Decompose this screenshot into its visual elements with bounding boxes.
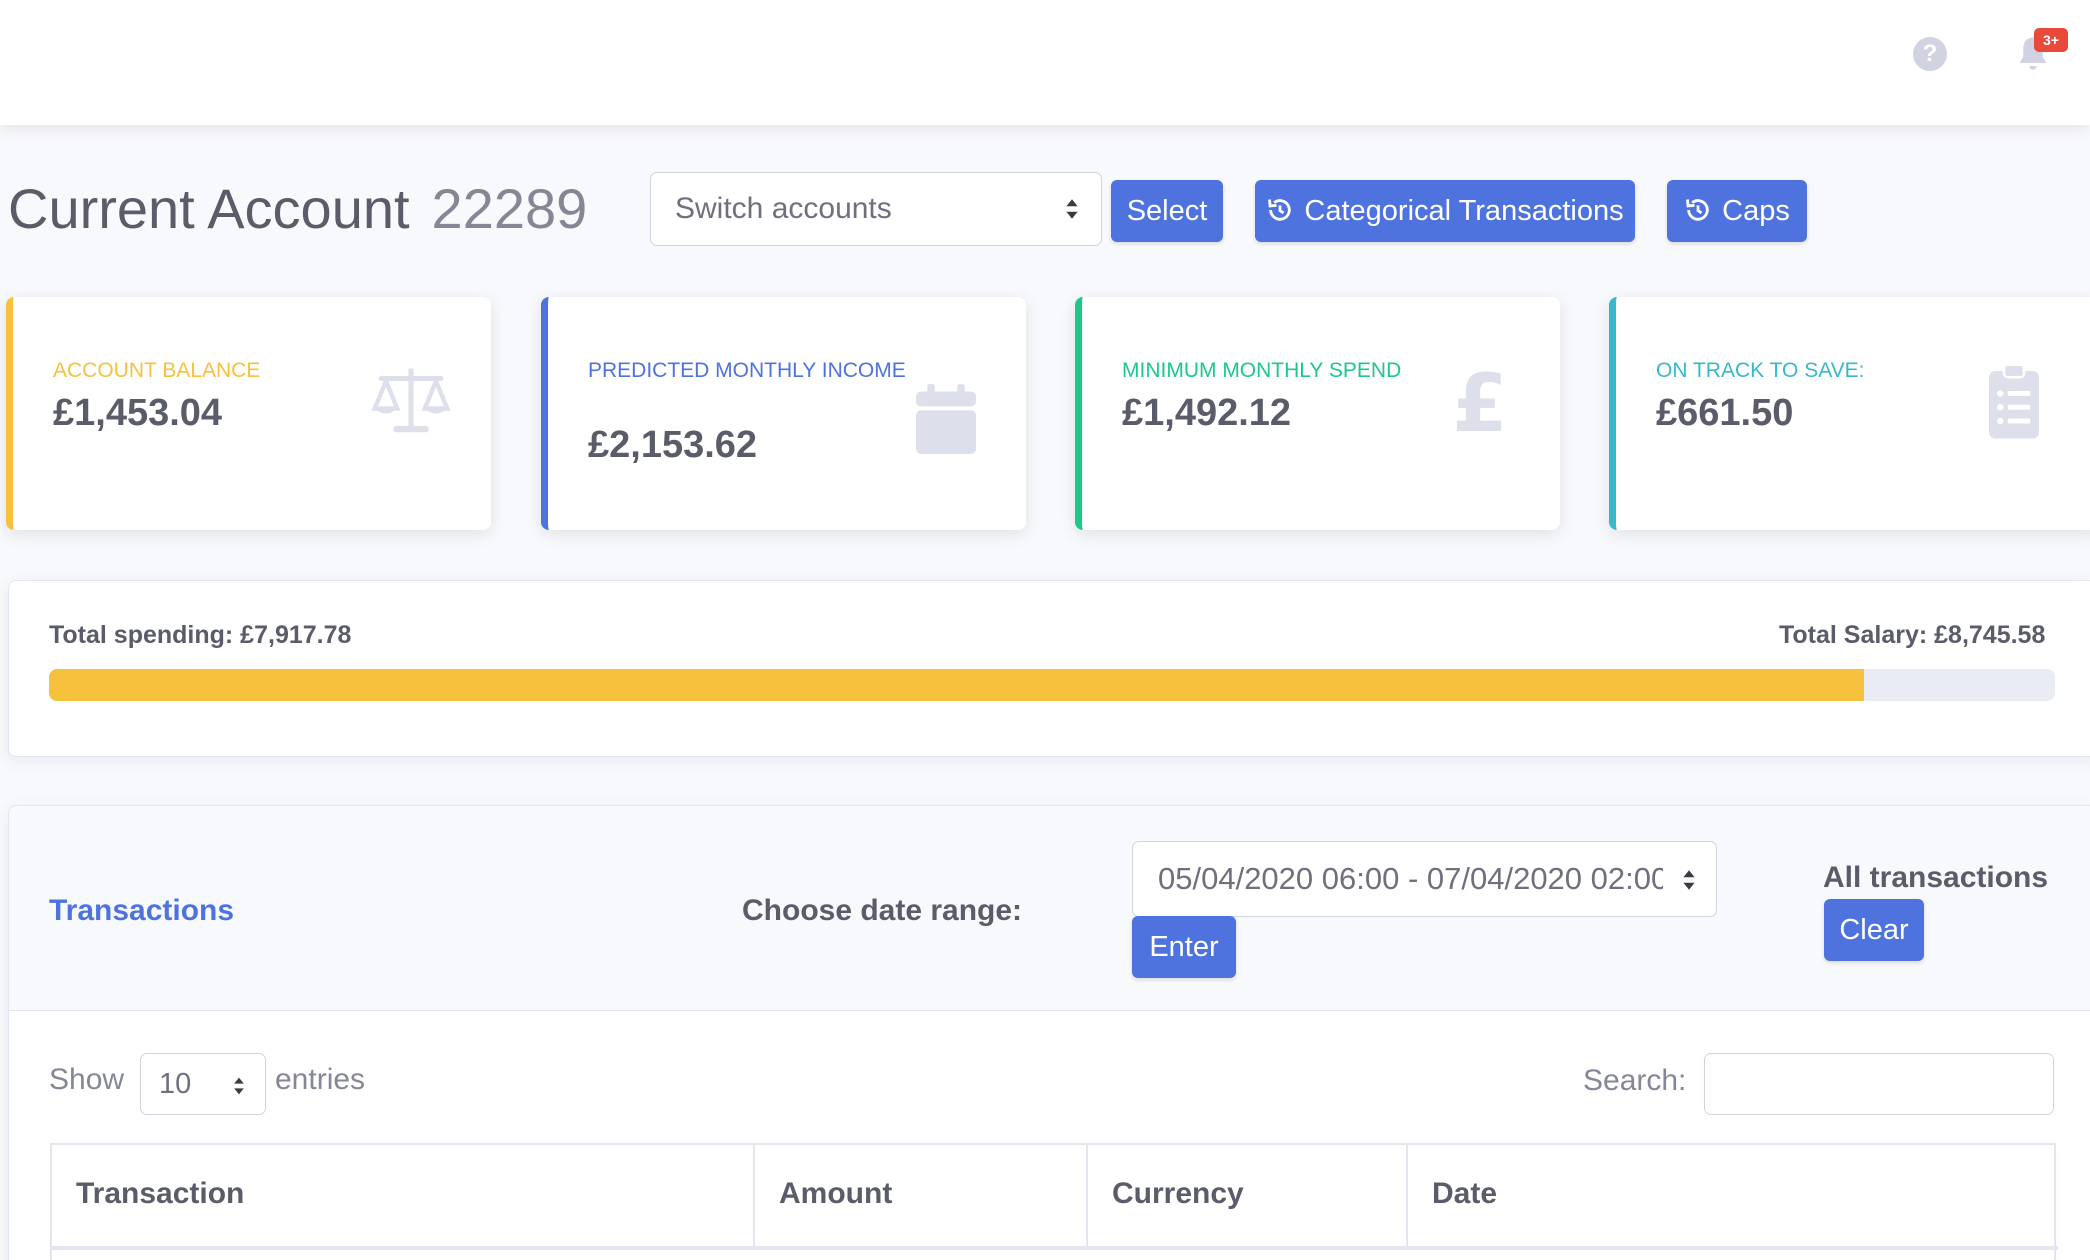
select-button[interactable]: Select [1111, 180, 1223, 242]
svg-text:£: £ [1452, 361, 1508, 441]
total-salary-label: Total Salary: £8,745.58 [1779, 621, 2046, 649]
spending-progress-bar [49, 669, 2055, 701]
total-spending-label: Total spending: £7,917.78 [49, 621, 352, 649]
entries-label: entries [275, 1063, 366, 1096]
search-input[interactable] [1704, 1053, 2054, 1115]
clear-button[interactable]: Clear [1824, 899, 1924, 961]
transactions-table: Transaction Amount Currency Date [50, 1143, 2058, 1260]
transactions-header: Transactions Choose date range: 05/04/20… [9, 806, 2090, 1011]
kpi-label: MINIMUM MONTHLY SPEND [1122, 359, 1402, 382]
history-icon [1686, 199, 1709, 221]
column-header-transaction[interactable]: Transaction [52, 1145, 755, 1250]
question-circle-icon[interactable]: ? [1913, 37, 1947, 71]
select-caret-icon [234, 1077, 244, 1095]
date-range-label: Choose date range: [742, 894, 1023, 927]
entries-value: 10 [159, 1068, 192, 1100]
show-label: Show [49, 1063, 125, 1096]
kpi-label: ON TRACK TO SAVE: [1656, 359, 1865, 382]
caps-label: Caps [1722, 195, 1790, 227]
account-number: 22289 [431, 177, 588, 240]
search-label: Search: [1583, 1064, 1687, 1097]
transactions-title[interactable]: Transactions [49, 894, 234, 928]
switch-accounts-value: Switch accounts [675, 192, 892, 225]
kpi-label: PREDICTED MONTHLY INCOME [588, 359, 906, 382]
spending-progress-panel: Total spending: £7,917.78 Total Salary: … [8, 580, 2090, 757]
clipboard-list-icon [1989, 363, 2039, 439]
switch-accounts-select[interactable]: Switch accounts [650, 172, 1102, 246]
column-header-amount[interactable]: Amount [755, 1145, 1088, 1250]
spending-progress-fill [49, 669, 1865, 701]
select-caret-icon [1066, 199, 1078, 219]
account-name: Current Account [8, 177, 410, 240]
enter-button[interactable]: Enter [1132, 916, 1236, 978]
on-track-to-save-card: ON TRACK TO SAVE: £661.50 [1609, 297, 2090, 530]
entries-per-page-select[interactable]: 10 [140, 1053, 266, 1115]
kpi-label: ACCOUNT BALANCE [53, 359, 261, 382]
minimum-spend-card: MINIMUM MONTHLY SPEND £1,492.12 £ [1075, 297, 1560, 530]
transactions-panel: Transactions Choose date range: 05/04/20… [8, 805, 2090, 1260]
calendar-icon [916, 384, 976, 454]
account-balance-card: ACCOUNT BALANCE £1,453.04 [6, 297, 491, 530]
categorical-transactions-label: Categorical Transactions [1304, 195, 1624, 227]
column-header-date[interactable]: Date [1408, 1145, 2058, 1250]
predicted-income-card: PREDICTED MONTHLY INCOME £2,153.62 [541, 297, 1026, 530]
caps-button[interactable]: Caps [1667, 180, 1807, 242]
kpi-value: £661.50 [1656, 392, 1794, 434]
balance-scale-icon [371, 368, 451, 433]
kpi-value: £1,492.12 [1122, 392, 1292, 434]
date-range-select[interactable]: 05/04/2020 06:00 - 07/04/2020 02:00 [1132, 841, 1717, 917]
kpi-value: £1,453.04 [53, 392, 223, 434]
date-range-value: 05/04/2020 06:00 - 07/04/2020 02:00 [1158, 861, 1663, 896]
column-header-currency[interactable]: Currency [1088, 1145, 1408, 1250]
categorical-transactions-button[interactable]: Categorical Transactions [1255, 180, 1635, 242]
select-caret-icon [1682, 866, 1696, 894]
all-transactions-label: All transactions [1823, 861, 2049, 894]
top-navbar: ? 3+ [0, 0, 2090, 125]
kpi-value: £2,153.62 [588, 424, 758, 466]
page-title: Current Account 22289 [8, 176, 587, 241]
history-icon [1268, 199, 1292, 221]
notification-badge: 3+ [2034, 28, 2068, 52]
pound-sign-icon: £ [1452, 361, 1508, 441]
